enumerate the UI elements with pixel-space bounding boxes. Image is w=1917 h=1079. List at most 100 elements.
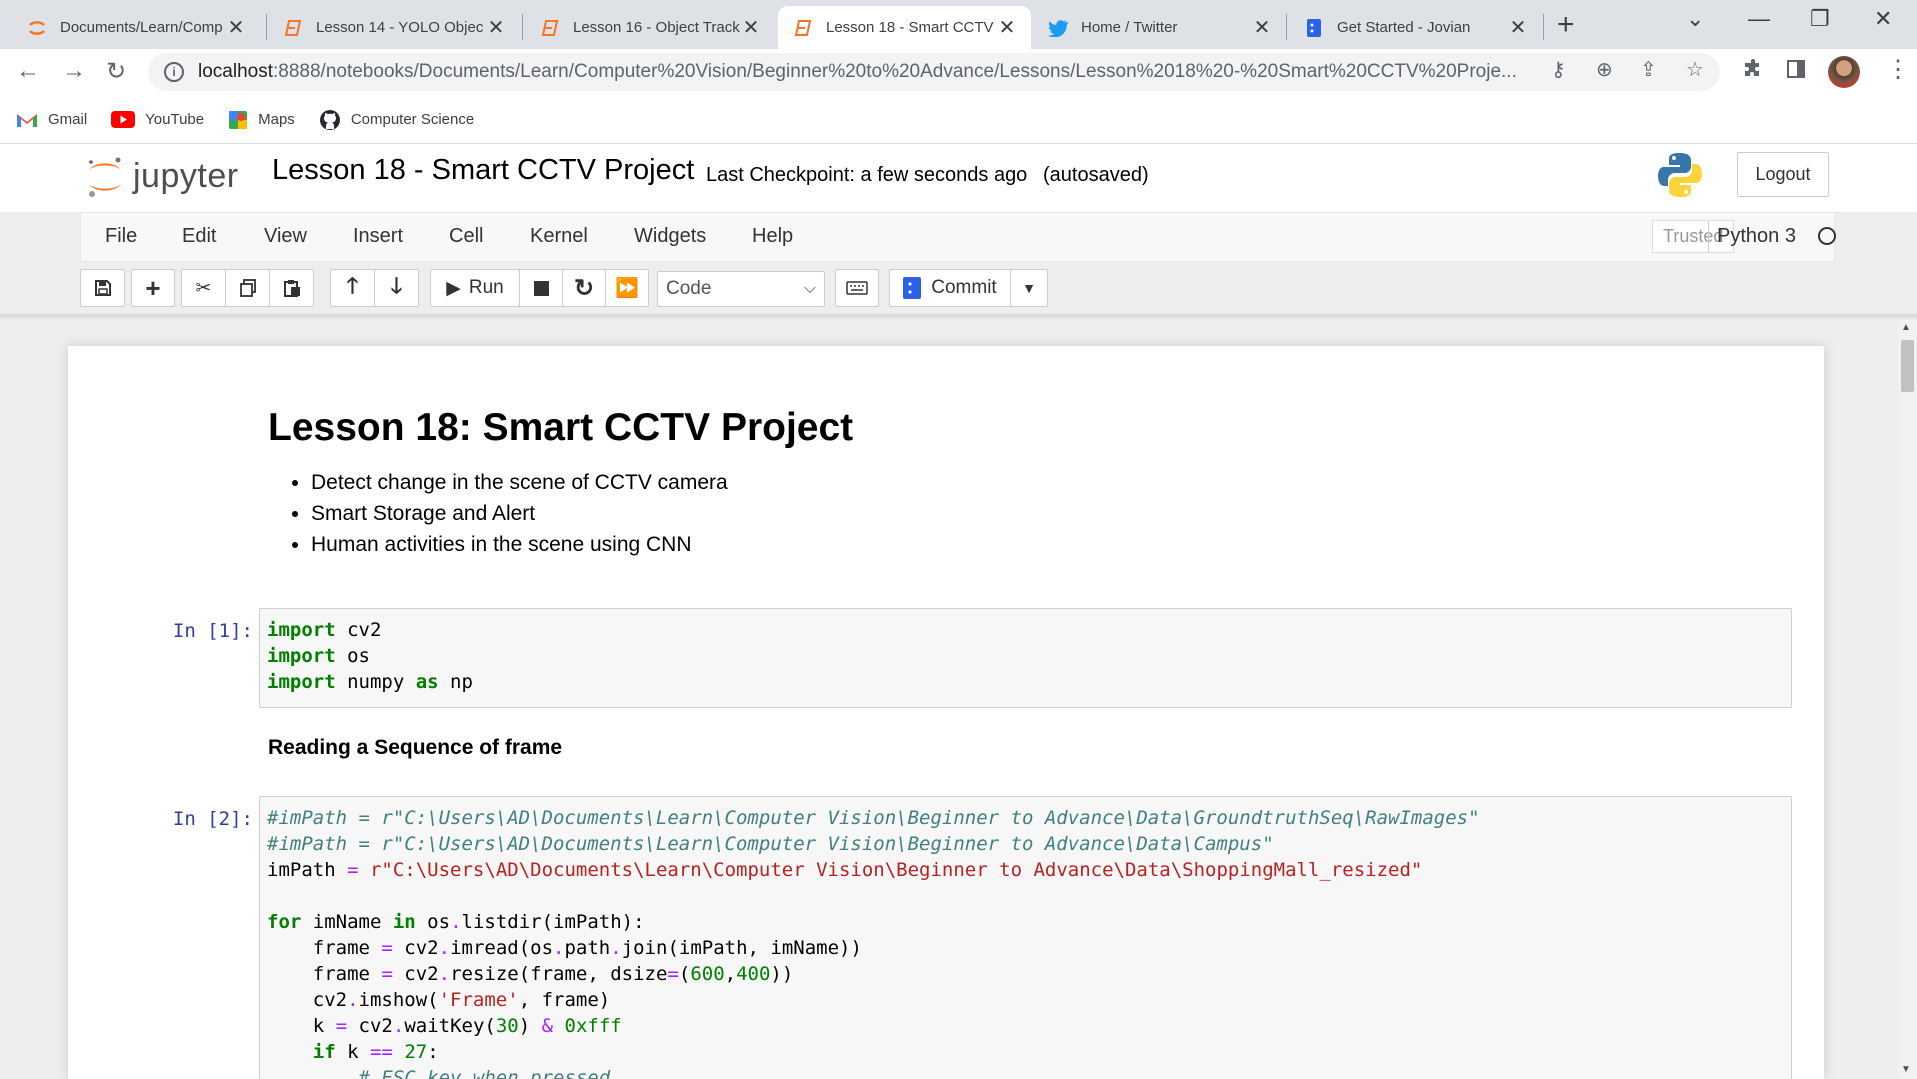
chevron-down-icon[interactable]: ⌄ — [1686, 6, 1704, 32]
bookmarks-bar: Gmail YouTube Maps Computer Science — [0, 96, 1917, 144]
command-palette-button[interactable] — [835, 269, 879, 307]
bookmark-label: Gmail — [48, 111, 88, 128]
commit-button-group: Commit ▼ — [889, 269, 1048, 307]
code-cell[interactable]: #imPath = r"C:\Users\AD\Documents\Learn\… — [259, 796, 1792, 1079]
close-icon[interactable]: ✕ — [1252, 15, 1272, 40]
autosave-status: (autosaved) — [1043, 164, 1149, 186]
browser-tab-bar: Documents/Learn/Comp ✕ Lesson 14 - YOLO … — [0, 0, 1917, 49]
menu-file[interactable]: File — [105, 225, 137, 248]
edit-button-group: ✂ — [181, 269, 314, 307]
play-icon: ▶ — [446, 277, 461, 299]
tab-lesson-16[interactable]: Lesson 16 - Object Track ✕ — [525, 6, 775, 49]
window-close-icon[interactable]: ✕ — [1874, 6, 1892, 32]
bookmark-youtube[interactable]: YouTube — [111, 111, 204, 128]
scrollbar-thumb[interactable] — [1901, 340, 1914, 392]
markdown-heading: Lesson 18: Smart CCTV Project — [268, 406, 854, 449]
arrow-down-icon: 🡓 — [390, 273, 403, 298]
close-icon[interactable]: ✕ — [226, 15, 246, 40]
menu-help[interactable]: Help — [752, 225, 793, 248]
jupyter-logo[interactable]: jupyter — [85, 152, 239, 200]
fast-forward-icon: ⏩ — [615, 278, 639, 299]
tab-divider — [1286, 14, 1287, 40]
menu-kernel[interactable]: Kernel — [530, 225, 588, 248]
forward-arrow-icon[interactable]: → — [62, 57, 86, 85]
interrupt-button[interactable] — [519, 269, 563, 307]
move-up-button[interactable]: 🡑 — [330, 269, 375, 307]
stop-icon — [533, 280, 549, 296]
bookmark-maps[interactable]: Maps — [228, 110, 295, 130]
scissors-icon: ✂ — [195, 277, 212, 299]
minimize-icon[interactable]: — — [1748, 6, 1770, 32]
close-icon[interactable]: ✕ — [741, 15, 761, 40]
close-icon[interactable]: ✕ — [1508, 15, 1528, 40]
menu-cell[interactable]: Cell — [449, 225, 483, 248]
run-label: Run — [468, 277, 504, 298]
kernel-idle-indicator-icon — [1818, 227, 1836, 245]
tab-jovian[interactable]: Get Started - Jovian ✕ — [1289, 6, 1542, 49]
new-tab-plus-icon[interactable]: + — [1557, 8, 1575, 42]
list-item: Smart Storage and Alert — [311, 502, 728, 526]
tab-title: Home / Twitter — [1081, 19, 1178, 36]
browser-menu-icon[interactable]: ⋮ — [1886, 55, 1910, 84]
paste-button[interactable] — [269, 269, 314, 307]
cell-type-select[interactable]: Code ⌵ — [657, 271, 825, 307]
github-icon — [319, 109, 341, 131]
arrow-up-icon: 🡑 — [346, 273, 359, 298]
bookmark-gmail[interactable]: Gmail — [16, 111, 87, 128]
logout-button[interactable]: Logout — [1737, 152, 1829, 197]
jupyter-menu-bar: File Edit View Insert Cell Kernel Widget… — [80, 212, 1836, 262]
key-icon[interactable]: ⚷ — [1551, 57, 1566, 82]
kernel-name[interactable]: Python 3 — [1717, 225, 1796, 248]
tab-documents[interactable]: Documents/Learn/Comp ✕ — [12, 6, 260, 49]
run-button-group: ▶ Run ↻ ⏩ — [430, 269, 649, 307]
menu-edit[interactable]: Edit — [182, 225, 216, 248]
tab-lesson-18[interactable]: Lesson 18 - Smart CCTV ✕ — [778, 6, 1031, 49]
reload-icon[interactable]: ↻ — [106, 57, 126, 86]
site-info-icon[interactable]: i — [164, 62, 184, 82]
page-scrollbar[interactable] — [1898, 320, 1917, 1079]
code-cell[interactable]: import cv2 import os import numpy as np — [259, 608, 1792, 708]
header-shadow — [0, 314, 1917, 320]
notebook-icon — [792, 17, 814, 39]
restore-icon[interactable]: ❐ — [1810, 6, 1830, 32]
scroll-down-arrow-icon[interactable]: ▼ — [1901, 1064, 1911, 1075]
copy-icon — [239, 279, 256, 297]
scroll-up-arrow-icon[interactable]: ▲ — [1901, 322, 1911, 333]
tab-title: Lesson 18 - Smart CCTV — [826, 19, 994, 36]
bookmark-star-icon[interactable]: ☆ — [1686, 57, 1704, 82]
restart-run-all-button[interactable]: ⏩ — [605, 269, 649, 307]
copy-button[interactable] — [225, 269, 270, 307]
menu-view[interactable]: View — [264, 225, 307, 248]
commit-dropdown-button[interactable]: ▼ — [1010, 269, 1048, 307]
side-panel-icon[interactable] — [1786, 59, 1806, 85]
profile-avatar[interactable] — [1828, 56, 1860, 88]
markdown-subheading: Reading a Sequence of frame — [268, 736, 563, 759]
bookmark-computer-science[interactable]: Computer Science — [319, 109, 474, 131]
bookmark-label: Computer Science — [350, 111, 475, 128]
run-button[interactable]: ▶ Run — [430, 269, 520, 307]
extensions-puzzle-icon[interactable] — [1743, 59, 1763, 85]
tab-twitter[interactable]: Home / Twitter ✕ — [1033, 6, 1286, 49]
save-button[interactable] — [80, 269, 125, 307]
zoom-icon[interactable]: ⊕ — [1596, 57, 1613, 82]
url-field[interactable]: i localhost:8888/notebooks/Documents/Lea… — [148, 53, 1720, 91]
move-down-button[interactable]: 🡓 — [374, 269, 419, 307]
commit-button[interactable]: Commit — [889, 269, 1011, 307]
restart-kernel-button[interactable]: ↻ — [562, 269, 606, 307]
cut-button[interactable]: ✂ — [181, 269, 226, 307]
tab-lesson-14[interactable]: Lesson 14 - YOLO Objec ✕ — [268, 6, 520, 49]
menu-widgets[interactable]: Widgets — [634, 225, 706, 248]
menu-insert[interactable]: Insert — [353, 225, 403, 248]
list-item: Detect change in the scene of CCTV camer… — [311, 471, 728, 495]
notebook-icon — [282, 17, 304, 39]
notebook-title[interactable]: Lesson 18 - Smart CCTV Project — [272, 154, 694, 187]
jupyter-header: jupyter Lesson 18 - Smart CCTV Project L… — [0, 144, 1917, 212]
insert-cell-button[interactable]: + — [131, 269, 175, 307]
gmail-icon — [16, 112, 38, 128]
url-path: :8888/notebooks/Documents/Learn/Computer… — [273, 61, 1517, 82]
back-arrow-icon[interactable]: ← — [16, 57, 40, 85]
close-icon[interactable]: ✕ — [997, 15, 1017, 40]
share-icon[interactable]: ⇪ — [1640, 57, 1657, 82]
close-icon[interactable]: ✕ — [486, 15, 506, 40]
maps-icon — [228, 110, 248, 130]
